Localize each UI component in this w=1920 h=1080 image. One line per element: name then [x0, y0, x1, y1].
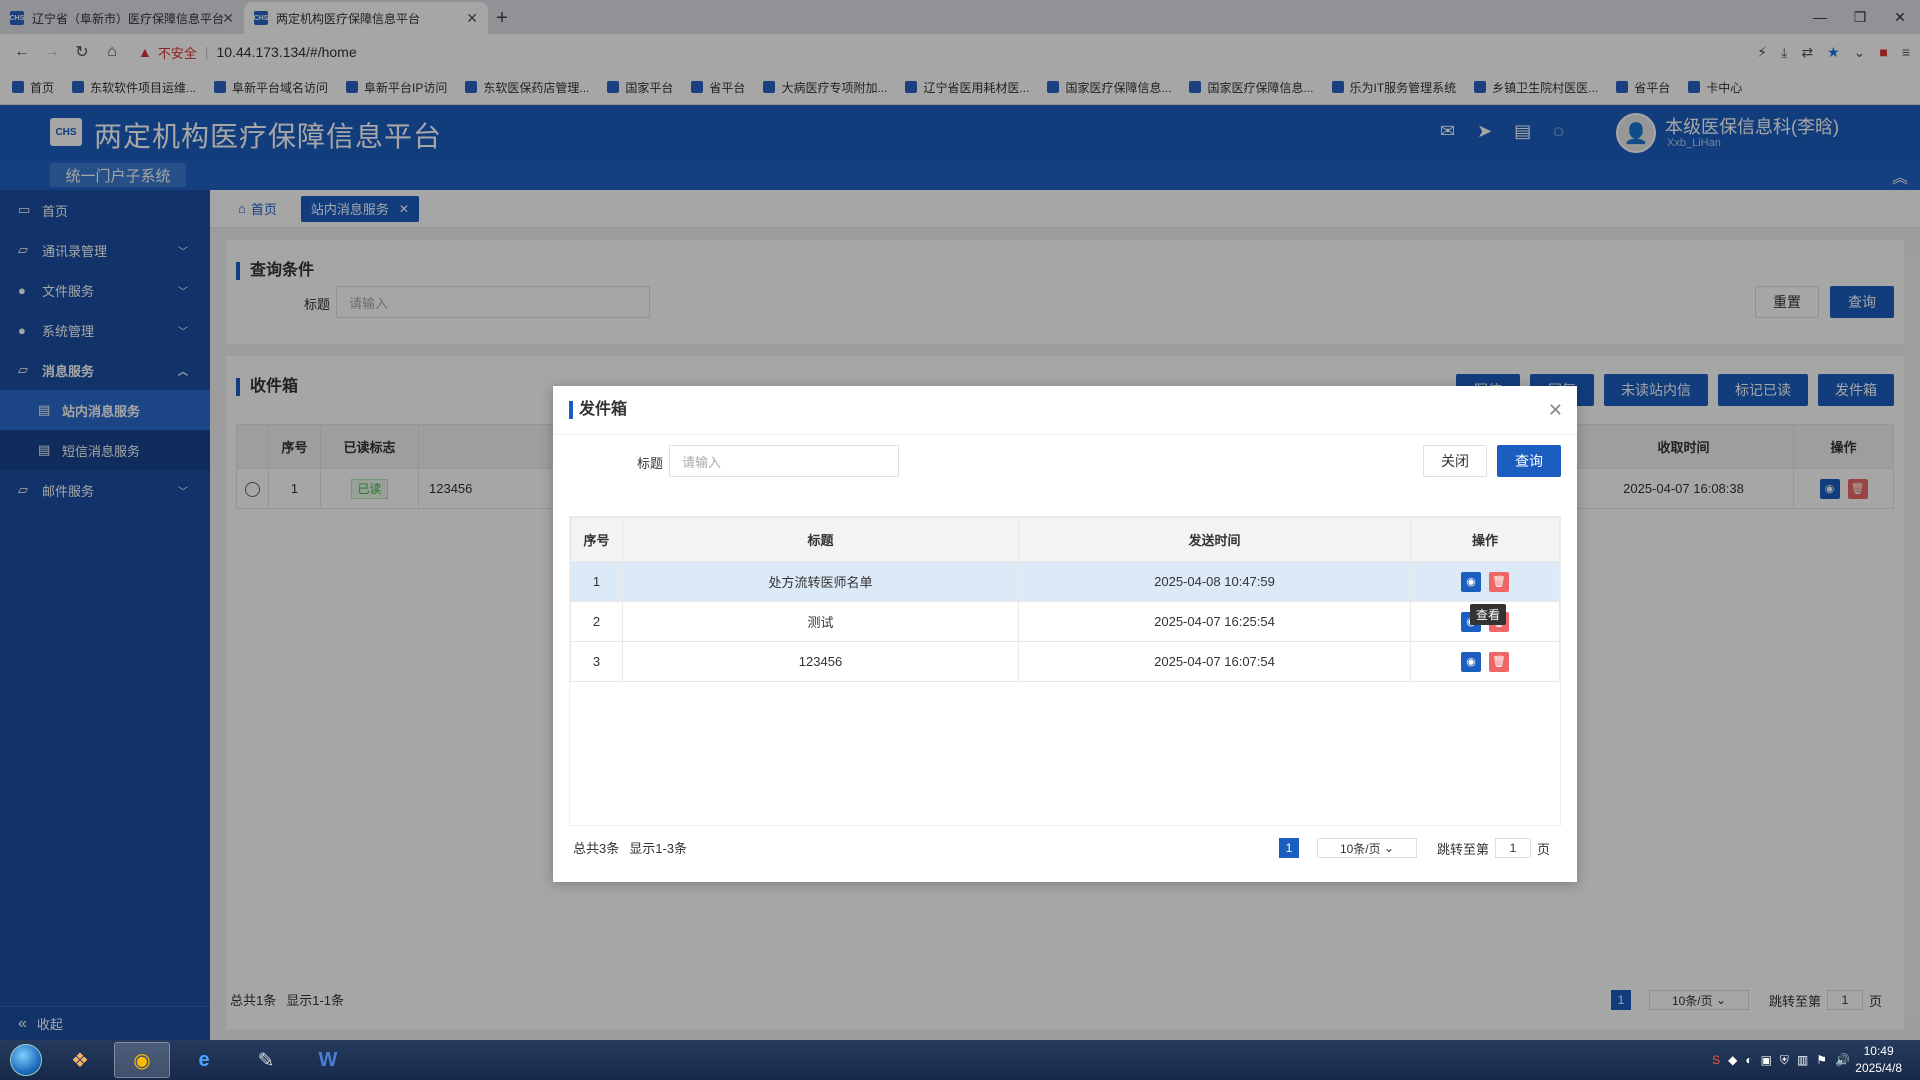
- modal-divider: [553, 434, 1577, 435]
- outbox-modal: 发件箱 ✕ 标题 请输入 关闭 查询 序号 标题 发送时间 操作 1 处方流转医…: [553, 386, 1577, 882]
- taskbar-app-paint[interactable]: ✎: [238, 1042, 294, 1078]
- start-button[interactable]: [6, 1040, 46, 1080]
- input-method-icon[interactable]: S: [1712, 1053, 1720, 1067]
- column-header: 标题: [622, 517, 1019, 562]
- column-header: 发送时间: [1018, 517, 1411, 562]
- modal-title-input[interactable]: 请输入: [669, 445, 899, 477]
- row-sent-time: 2025-04-07 16:07:54: [1018, 641, 1411, 682]
- system-tray: S ◆ ◐ ▣ ⛨ ▥ ⚑ 🔊: [1712, 1040, 1850, 1080]
- chevron-down-icon: ⌄: [1383, 841, 1395, 855]
- clock-time: 10:49: [1863, 1044, 1894, 1058]
- taskbar-app-suite[interactable]: ❖: [52, 1042, 108, 1078]
- row-sent-time: 2025-04-07 16:25:54: [1018, 601, 1411, 642]
- search-button[interactable]: 查询: [1497, 445, 1561, 477]
- page-size-value: 10条/页: [1339, 841, 1381, 856]
- windows-logo-icon: [10, 1044, 42, 1076]
- tray-icon[interactable]: ◆: [1728, 1053, 1737, 1067]
- row-index: 1: [570, 561, 623, 602]
- view-tooltip: 查看: [1470, 604, 1507, 625]
- row-title: 测试: [622, 601, 1019, 642]
- jump-suffix: 页: [1537, 841, 1551, 857]
- taskbar-app-ie[interactable]: e: [176, 1042, 232, 1078]
- title-label: 标题: [637, 456, 664, 471]
- page-jump-input[interactable]: 1: [1495, 838, 1532, 858]
- row-title: 处方流转医师名单: [622, 561, 1019, 602]
- paint-icon: ✎: [257, 1049, 275, 1072]
- taskbar-clock[interactable]: 10:49 2025/4/8: [1855, 1043, 1902, 1077]
- close-icon[interactable]: ✕: [1548, 400, 1563, 421]
- taskbar-app-chrome[interactable]: ◉: [114, 1042, 170, 1078]
- outbox-pagination: 1 10条/页 ⌄ 跳转至第 1 页: [1279, 838, 1550, 858]
- shield-icon[interactable]: ⛨: [1780, 1053, 1789, 1068]
- row-index: 3: [570, 641, 623, 682]
- shown-range: 显示1-3条: [629, 841, 688, 856]
- outbox-table: 序号 标题 发送时间 操作 1 处方流转医师名单 2025-04-08 10:4…: [570, 517, 1560, 682]
- table-row[interactable]: 3 123456 2025-04-07 16:07:54 ◉ 🗑: [570, 641, 1560, 682]
- flag-icon[interactable]: ⚑: [1816, 1053, 1827, 1067]
- row-title: 123456: [622, 641, 1019, 682]
- volume-icon[interactable]: 🔊: [1835, 1053, 1850, 1067]
- network-icon[interactable]: ▥: [1797, 1053, 1808, 1067]
- ie-icon: e: [198, 1048, 210, 1071]
- tray-icon[interactable]: ▣: [1761, 1053, 1772, 1067]
- table-row[interactable]: 2 测试 2025-04-07 16:25:54 ◉🗑: [570, 601, 1560, 642]
- outbox-table-frame: 序号 标题 发送时间 操作 1 处方流转医师名单 2025-04-08 10:4…: [569, 516, 1561, 826]
- chrome-icon: ◉: [133, 1049, 151, 1072]
- table-header: 序号 标题 发送时间 操作: [570, 517, 1560, 562]
- app-suite-icon: ❖: [71, 1049, 89, 1072]
- jump-prefix: 跳转至第: [1437, 841, 1490, 857]
- row-actions: ◉🗑: [1410, 561, 1560, 602]
- view-eye-icon[interactable]: ◉: [1461, 651, 1481, 672]
- modal-title: 发件箱: [569, 401, 627, 419]
- tray-icon[interactable]: ◐: [1745, 1053, 1752, 1067]
- clock-date: 2025/4/8: [1855, 1061, 1902, 1075]
- table-row[interactable]: 1 处方流转医师名单 2025-04-08 10:47:59 ◉ 🗑: [570, 561, 1560, 602]
- row-index: 2: [570, 601, 623, 642]
- windows-taskbar: ❖ ◉ e ✎ W S ◆ ◐ ▣ ⛨ ▥ ⚑ 🔊 10:49 2025/4/8: [0, 1040, 1920, 1080]
- taskbar-app-word[interactable]: W: [300, 1042, 356, 1078]
- row-sent-time: 2025-04-08 10:47:59: [1018, 561, 1411, 602]
- word-icon: W: [318, 1048, 338, 1071]
- view-eye-icon[interactable]: ◉: [1461, 571, 1481, 592]
- close-button[interactable]: 关闭: [1423, 445, 1487, 477]
- outbox-footer-summary: 总共3条 显示1-3条: [573, 838, 687, 857]
- delete-trash-icon[interactable]: 🗑: [1489, 651, 1509, 672]
- column-header: 操作: [1410, 517, 1560, 562]
- row-actions: ◉🗑: [1410, 641, 1560, 682]
- page-number[interactable]: 1: [1279, 838, 1299, 858]
- column-header: 序号: [570, 517, 623, 562]
- total-count: 总共3条: [573, 841, 620, 856]
- page-size-select[interactable]: 10条/页 ⌄: [1317, 838, 1417, 858]
- delete-trash-icon[interactable]: 🗑: [1489, 571, 1509, 592]
